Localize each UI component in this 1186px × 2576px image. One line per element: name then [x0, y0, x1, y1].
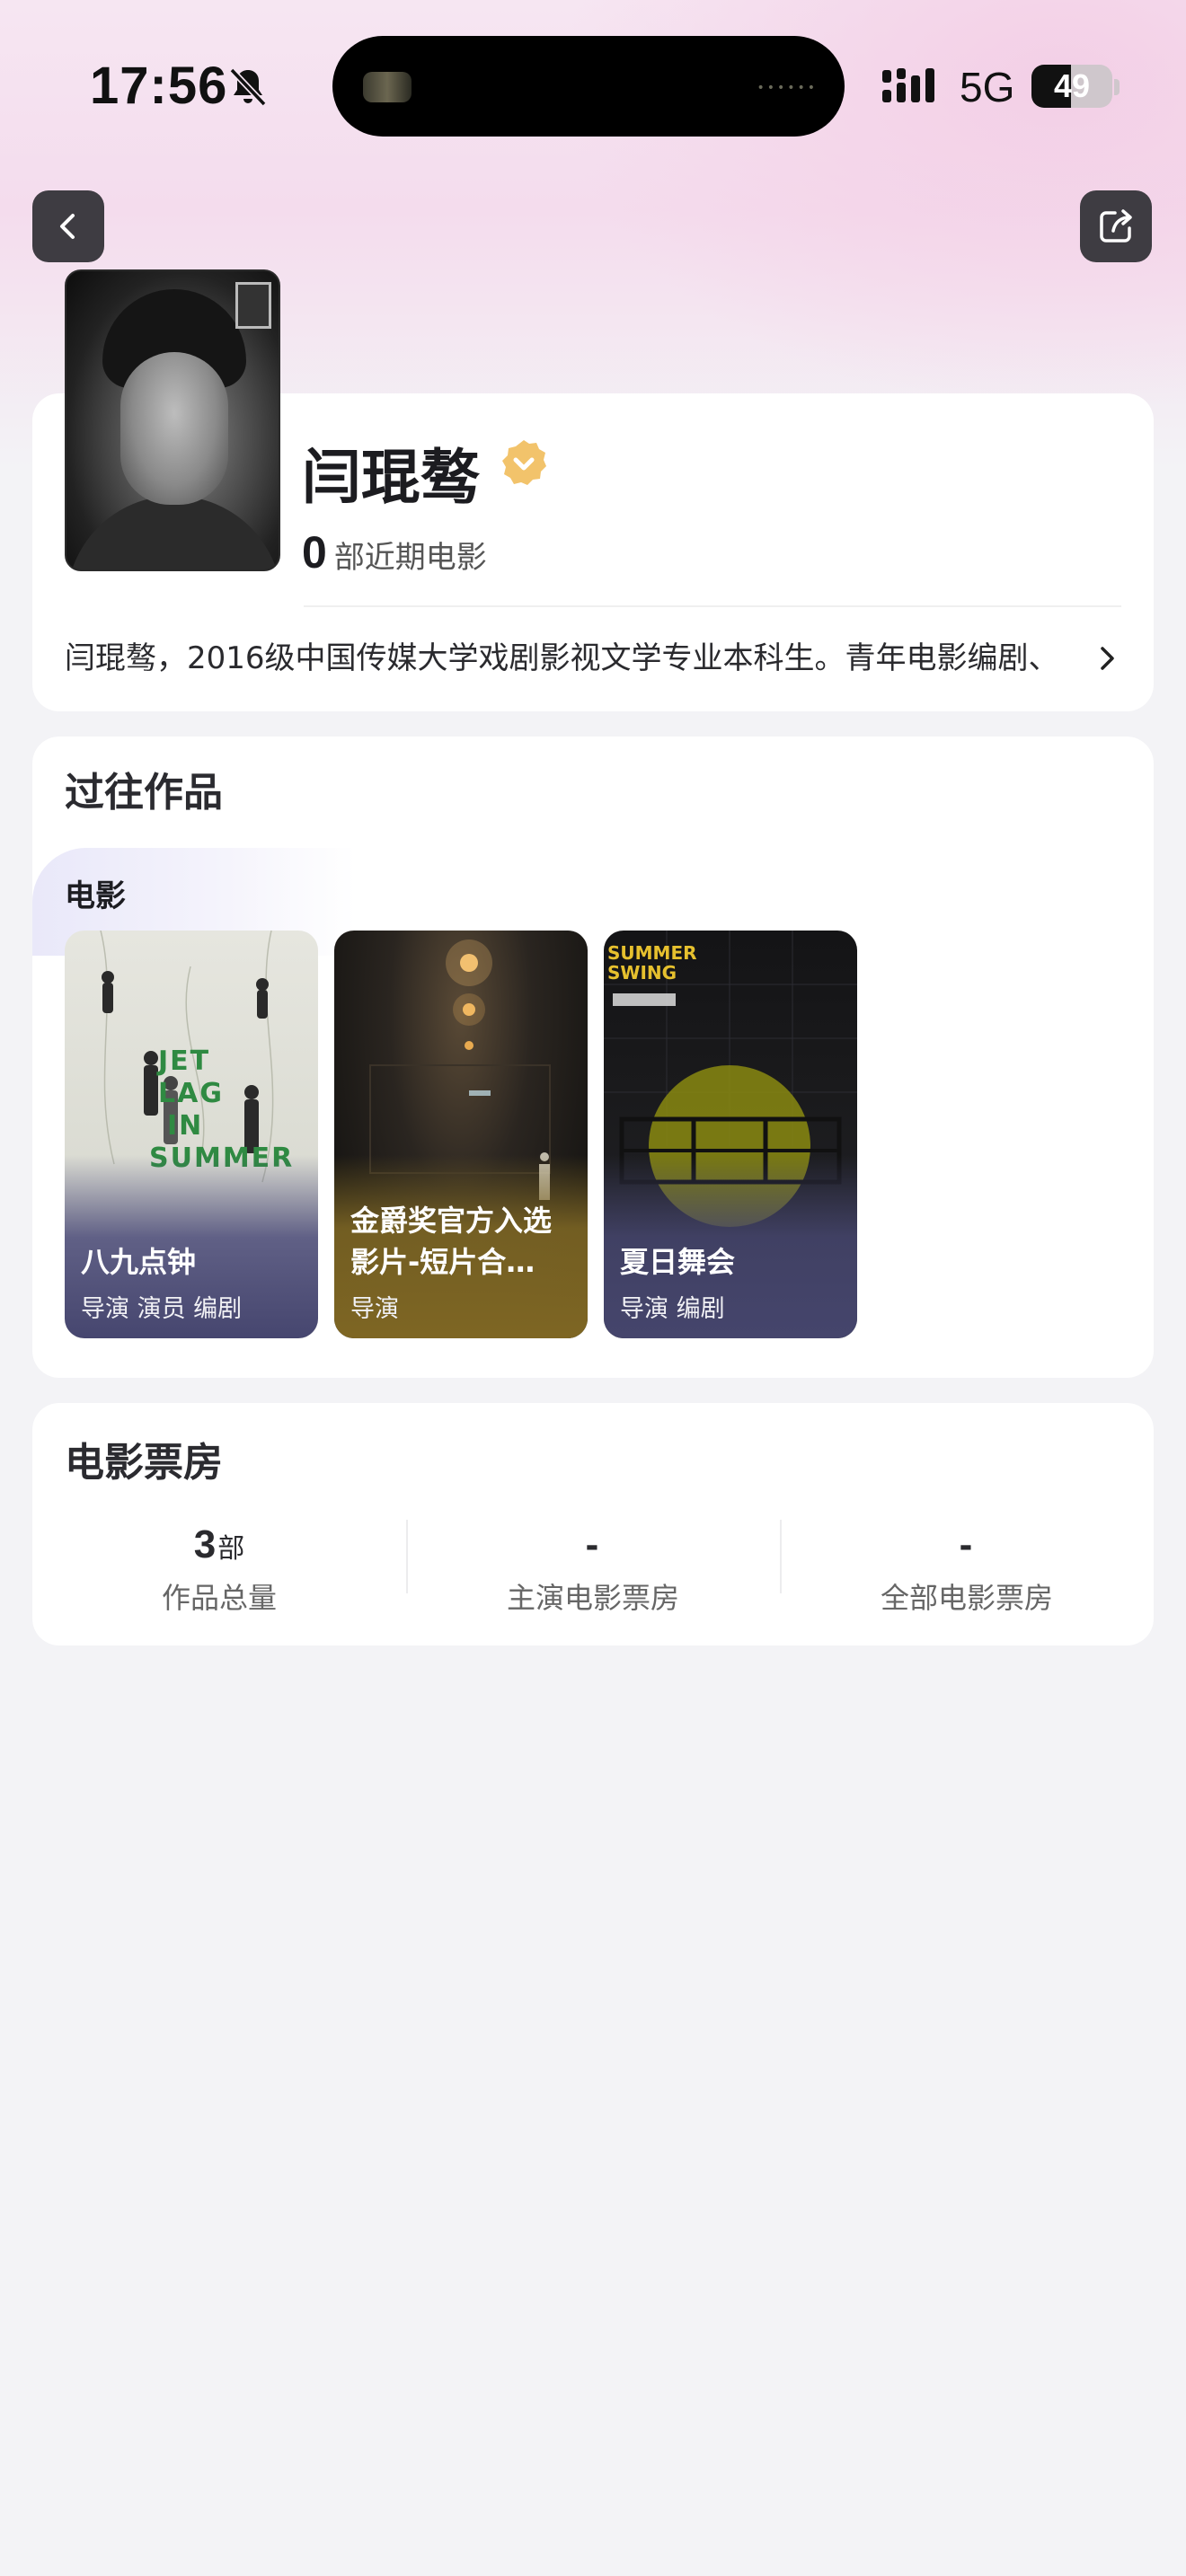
profile-divider [304, 605, 1121, 607]
past-works-card: 过往作品 电影 JET LAG IN 八九点钟 导演 演员 编剧 金爵奖官方入选… [32, 737, 1154, 1378]
share-button[interactable] [1080, 190, 1152, 262]
battery-tip [1114, 79, 1120, 95]
chevron-right-icon[interactable] [1094, 643, 1121, 674]
film-title: 八九点钟 [81, 1245, 197, 1279]
film-roles: 导演 编剧 [620, 1295, 725, 1323]
stat-total-works[interactable]: 3部 作品总量 [32, 1520, 406, 1619]
signal-icon [882, 68, 934, 102]
film-roles: 导演 [350, 1295, 399, 1323]
person-name: 闫琨骜 [302, 443, 480, 512]
share-icon [1100, 209, 1132, 243]
bell-slash-icon [229, 67, 267, 107]
stat-value: 3部 [193, 1522, 245, 1566]
live-activity-indicator: •••••• [757, 81, 818, 95]
tab-movies[interactable]: 电影 [65, 871, 126, 915]
recent-films-label: 部近期电影 [333, 540, 487, 576]
recent-films-count: 0 [302, 527, 327, 578]
stat-value: - [959, 1522, 973, 1566]
verified-icon [502, 440, 546, 485]
network-type: 5G [960, 64, 1015, 110]
box-office-stats: 3部 作品总量 - 主演电影票房 - 全部电影票房 [32, 1520, 1154, 1619]
poster-title-text: SUMMER SWING [607, 942, 697, 984]
box-office-card: 电影票房 3部 作品总量 - 主演电影票房 - 全部电影票房 [32, 1403, 1154, 1645]
film-roles: 导演 演员 编剧 [81, 1295, 243, 1323]
film-card[interactable]: 金爵奖官方入选影片-短片合… 导演 [334, 931, 588, 1338]
dynamic-island: •••••• [332, 36, 845, 137]
film-card[interactable]: SUMMER SWING 夏日舞会 导演 编剧 [604, 931, 857, 1338]
stat-all-box-office[interactable]: - 全部电影票房 [780, 1520, 1154, 1619]
status-bar: 17:56 •••••• 5G 49 [0, 0, 1186, 171]
box-office-title: 电影票房 [65, 1440, 223, 1486]
battery-percent: 49 [1053, 67, 1091, 104]
avatar[interactable] [65, 269, 280, 571]
stat-label: 主演电影票房 [506, 1581, 679, 1615]
back-button[interactable] [32, 190, 104, 262]
stat-lead-box-office[interactable]: - 主演电影票房 [406, 1520, 780, 1619]
recent-films: 0 部近期电影 [302, 526, 487, 578]
stat-label: 全部电影票房 [880, 1581, 1053, 1615]
stat-value: - [585, 1522, 599, 1566]
back-icon [60, 214, 75, 239]
film-card[interactable]: JET LAG IN SUMMER 八九点钟 导演 演员 编剧 [65, 931, 318, 1338]
film-title: 夏日舞会 [620, 1245, 736, 1279]
past-works-title: 过往作品 [65, 770, 223, 816]
battery-icon: 49 [1031, 65, 1112, 108]
live-activity-thumbnail [363, 72, 412, 102]
stat-label: 作品总量 [161, 1581, 277, 1615]
status-time: 17:56 [90, 57, 228, 115]
film-title: 金爵奖官方入选影片-短片合… [350, 1204, 553, 1279]
bio-text[interactable]: 闫琨骜，2016级中国传媒大学戏剧影视文学专业本科生。青年电影编剧、 [65, 634, 1080, 683]
